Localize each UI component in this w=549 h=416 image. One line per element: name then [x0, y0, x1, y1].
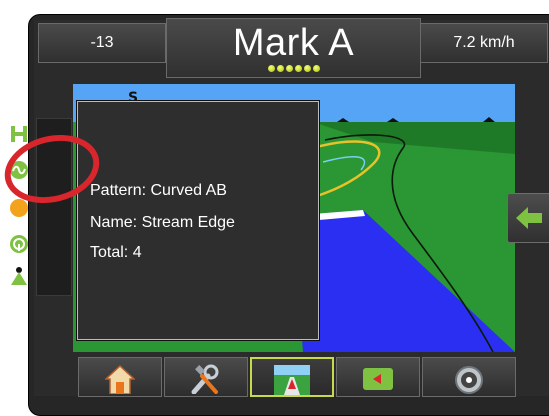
open-panel-button[interactable]	[507, 193, 549, 243]
speed-value: 7.2 km/h	[453, 34, 515, 51]
indicator-lights	[267, 65, 320, 72]
indicator-light	[312, 65, 320, 72]
tab-tools[interactable]	[164, 357, 248, 397]
guideline-info-popup: Pattern: Curved AB Name: Stream Edge Tot…	[77, 101, 319, 340]
orange-circle-icon[interactable]	[9, 198, 29, 218]
pattern-text: Pattern: Curved AB	[90, 182, 227, 199]
indicator-light	[294, 65, 302, 72]
home-icon	[105, 364, 135, 394]
tab-home[interactable]	[78, 357, 162, 397]
bottom-nav-bar	[78, 357, 516, 397]
gauge-icon	[455, 366, 483, 394]
guidance-view-icon	[274, 365, 310, 395]
tab-field-marks[interactable]	[336, 357, 420, 397]
indicator-light	[276, 65, 284, 72]
cross-track-error-box[interactable]: -13	[38, 23, 166, 63]
speed-box[interactable]: 7.2 km/h	[420, 23, 548, 63]
field-mark-icon	[363, 368, 393, 390]
vehicle-triangle-icon[interactable]	[9, 266, 29, 286]
indicator-light	[303, 65, 311, 72]
left-arrow-icon	[516, 207, 542, 229]
total-text: Total: 4	[90, 244, 142, 261]
tab-guidance[interactable]	[250, 357, 334, 397]
indicator-light	[285, 65, 293, 72]
title-box[interactable]: Mark A	[166, 18, 421, 78]
page-title: Mark A	[232, 22, 355, 64]
cross-track-error-value: -13	[90, 34, 114, 51]
steering-wheel-icon[interactable]	[9, 234, 29, 254]
tab-gauges[interactable]	[422, 357, 516, 397]
indicator-light	[267, 65, 275, 72]
guidance-mode-icon[interactable]	[9, 124, 29, 144]
name-text: Name: Stream Edge	[90, 214, 235, 231]
tools-icon	[191, 364, 219, 394]
